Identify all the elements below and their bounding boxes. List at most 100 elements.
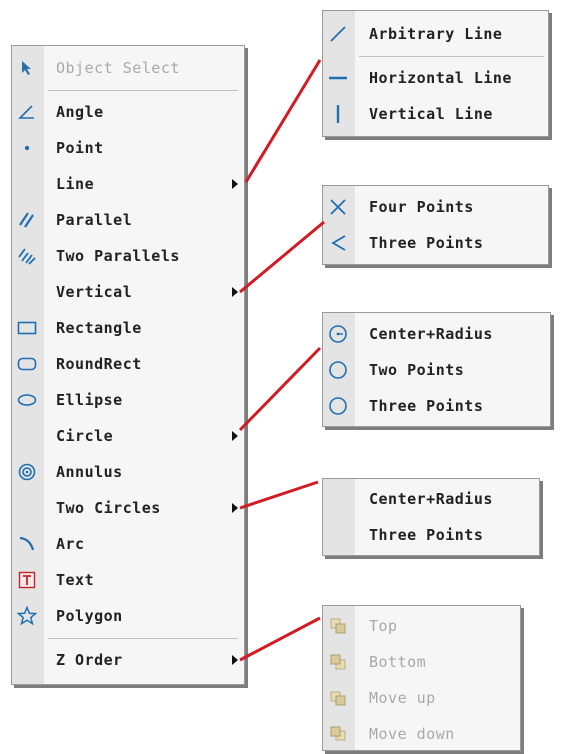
text-icon <box>17 570 37 590</box>
menu-item-label: Two Circles <box>56 499 161 517</box>
menu-item-line[interactable]: Line <box>12 166 244 202</box>
horizontal-line-icon <box>328 68 348 88</box>
menu-item-annulus[interactable]: Annulus <box>12 454 244 490</box>
menu-item-four-points[interactable]: Four Points <box>323 189 548 225</box>
connector-circle <box>238 346 322 432</box>
cursor-icon <box>17 58 37 78</box>
menu-item-label: Circle <box>56 427 114 445</box>
circle-icon <box>328 396 348 416</box>
menu-item-label: Vertical Line <box>369 105 493 123</box>
vertical-line-icon <box>328 104 348 124</box>
submenu-arrow-icon <box>232 655 238 665</box>
menu-item-label: Two Parallels <box>56 247 180 265</box>
menu-item-bottom: Bottom <box>323 644 520 680</box>
menu-item-arc[interactable]: Arc <box>12 526 244 562</box>
menu-item-label: Polygon <box>56 607 123 625</box>
menu-item-label: Horizontal Line <box>369 69 512 87</box>
menu-item-arbitrary-line[interactable]: Arbitrary Line <box>323 16 548 52</box>
menu-separator <box>323 52 548 60</box>
circle-center-icon <box>328 324 348 344</box>
ellipse-icon <box>17 390 37 410</box>
menu-item-rectangle[interactable]: Rectangle <box>12 310 244 346</box>
connector-two-circles <box>239 480 319 510</box>
menu-item-move-down: Move down <box>323 716 520 752</box>
two-circles-submenu: Center+Radius Three Points <box>322 478 540 556</box>
parallel-icon <box>17 210 37 230</box>
menu-item-label: Two Points <box>369 361 465 379</box>
menu-item-center-radius[interactable]: Center+Radius <box>323 316 550 352</box>
layer-bottom-icon <box>328 652 348 672</box>
menu-item-object-select: Object Select <box>12 50 244 86</box>
annulus-icon <box>17 462 37 482</box>
menu-item-text[interactable]: Text <box>12 562 244 598</box>
menu-item-label: Bottom <box>369 653 427 671</box>
menu-item-label: Z Order <box>56 651 123 669</box>
z-order-submenu: Top Bottom Move up Move down <box>322 605 521 751</box>
angle-icon <box>17 102 37 122</box>
layer-up-icon <box>328 688 348 708</box>
roundrect-icon <box>17 354 37 374</box>
menu-item-parallel[interactable]: Parallel <box>12 202 244 238</box>
menu-separator <box>12 634 244 642</box>
menu-item-angle[interactable]: Angle <box>12 94 244 130</box>
arbitrary-line-icon <box>328 24 348 44</box>
menu-item-label: Rectangle <box>56 319 142 337</box>
context-menu: Object Select Angle Point Line Parallel … <box>11 45 245 685</box>
menu-separator <box>12 86 244 94</box>
menu-item-label: Center+Radius <box>369 325 493 343</box>
menu-item-three-points[interactable]: Three Points <box>323 388 550 424</box>
chevron-left-icon <box>328 233 348 253</box>
menu-item-three-points[interactable]: Three Points <box>323 517 539 553</box>
menu-item-label: Ellipse <box>56 391 123 409</box>
menu-item-center-radius[interactable]: Center+Radius <box>323 481 539 517</box>
menu-item-label: Text <box>56 571 95 589</box>
submenu-arrow-icon <box>232 179 238 189</box>
two-parallels-icon <box>17 246 37 266</box>
menu-item-label: Top <box>369 617 398 635</box>
menu-item-two-parallels[interactable]: Two Parallels <box>12 238 244 274</box>
menu-item-label: Vertical <box>56 283 133 301</box>
vertical-submenu: Four Points Three Points <box>322 185 549 265</box>
layer-down-icon <box>328 724 348 744</box>
menu-item-two-points[interactable]: Two Points <box>323 352 550 388</box>
menu-item-label: Three Points <box>369 397 484 415</box>
menu-item-ellipse[interactable]: Ellipse <box>12 382 244 418</box>
rectangle-icon <box>17 318 37 338</box>
circle-submenu: Center+Radius Two Points Three Points <box>322 312 551 427</box>
menu-item-label: Annulus <box>56 463 123 481</box>
menu-item-label: Parallel <box>56 211 133 229</box>
menu-item-label: Object Select <box>56 59 180 77</box>
menu-item-point[interactable]: Point <box>12 130 244 166</box>
arc-icon <box>17 534 37 554</box>
connector-vertical <box>239 220 325 294</box>
menu-item-vertical-line[interactable]: Vertical Line <box>323 96 548 132</box>
menu-item-label: Arbitrary Line <box>369 25 503 43</box>
submenu-arrow-icon <box>232 431 238 441</box>
circle-icon <box>328 360 348 380</box>
menu-item-z-order[interactable]: Z Order <box>12 642 244 678</box>
menu-item-polygon[interactable]: Polygon <box>12 598 244 634</box>
menu-item-circle[interactable]: Circle <box>12 418 244 454</box>
menu-item-horizontal-line[interactable]: Horizontal Line <box>323 60 548 96</box>
menu-item-label: Line <box>56 175 95 193</box>
menu-item-two-circles[interactable]: Two Circles <box>12 490 244 526</box>
point-icon <box>17 138 37 158</box>
cross-icon <box>328 197 348 217</box>
menu-item-three-points[interactable]: Three Points <box>323 225 548 261</box>
menu-item-label: Center+Radius <box>369 490 493 508</box>
menu-item-label: RoundRect <box>56 355 142 373</box>
menu-item-label: Arc <box>56 535 85 553</box>
line-submenu: Arbitrary Line Horizontal Line Vertical … <box>322 10 549 137</box>
menu-item-roundrect[interactable]: RoundRect <box>12 346 244 382</box>
layer-top-icon <box>328 616 348 636</box>
menu-item-label: Move down <box>369 725 455 743</box>
menu-item-label: Three Points <box>369 234 484 252</box>
menu-item-top: Top <box>323 608 520 644</box>
submenu-arrow-icon <box>232 503 238 513</box>
menu-item-label: Four Points <box>369 198 474 216</box>
connector-line <box>244 59 322 183</box>
menu-item-vertical[interactable]: Vertical <box>12 274 244 310</box>
connector-z-order <box>239 616 321 662</box>
menu-item-label: Angle <box>56 103 104 121</box>
menu-item-label: Move up <box>369 689 436 707</box>
